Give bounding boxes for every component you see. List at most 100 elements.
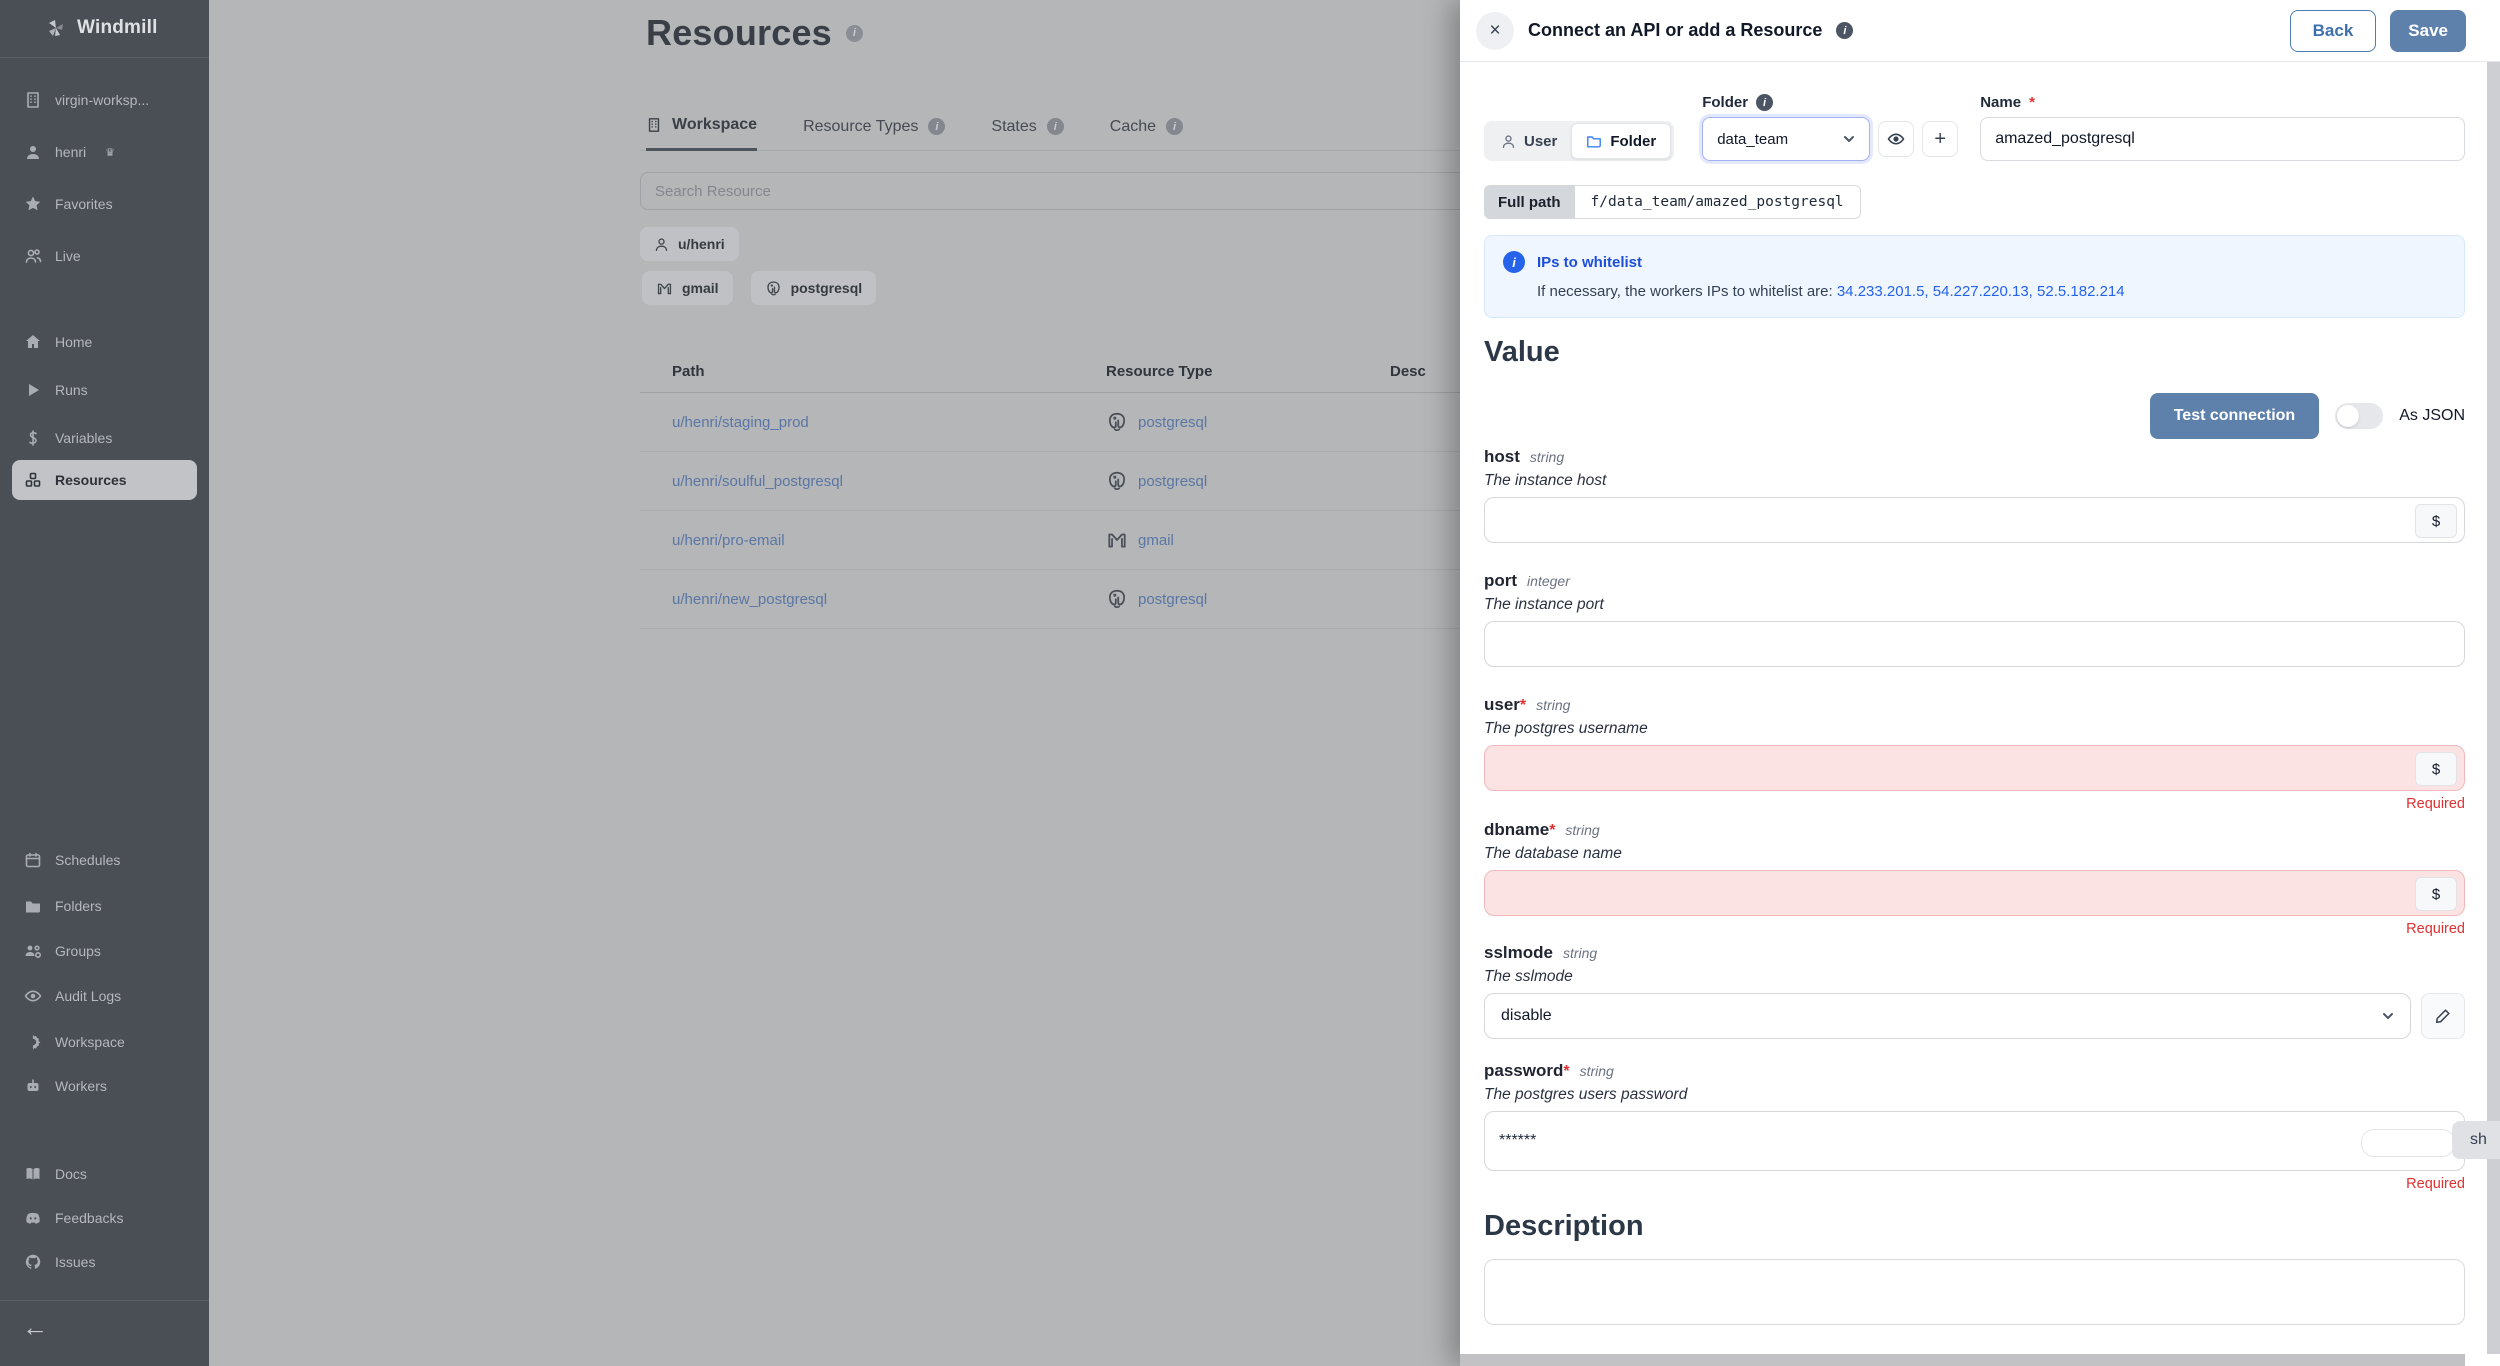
resource-type-link[interactable]: postgresql	[1138, 473, 1207, 490]
collapse-sidebar-button[interactable]: ←	[22, 1312, 48, 1343]
sidebar-workspace-selector[interactable]: virgin-worksp...	[12, 86, 197, 114]
gear-icon	[24, 1033, 42, 1051]
sidebar-item-favorites[interactable]: Favorites	[12, 190, 197, 218]
sidebar-item-variables[interactable]: Variables	[12, 424, 197, 452]
password-input[interactable]	[1484, 1111, 2465, 1171]
insert-variable-icon[interactable]: $	[2415, 752, 2457, 786]
tab-cache[interactable]: Cache i	[1110, 103, 1184, 151]
sidebar-item-feedbacks[interactable]: Feedbacks	[12, 1204, 197, 1232]
github-icon	[24, 1253, 42, 1271]
resource-name-input[interactable]	[1980, 117, 2465, 161]
resource-type-link[interactable]: gmail	[1138, 532, 1174, 549]
insert-variable-icon[interactable]: $	[2415, 877, 2457, 911]
password-reveal-pill[interactable]	[2361, 1129, 2455, 1157]
folder-info-icon[interactable]: i	[1756, 94, 1774, 111]
insert-variable-icon[interactable]: $	[2415, 504, 2457, 538]
resource-type-link[interactable]: postgresql	[1138, 414, 1207, 431]
sidebar-item-audit-logs[interactable]: Audit Logs	[12, 982, 197, 1010]
col-header-path: Path	[672, 362, 705, 380]
add-folder-icon[interactable]: +	[1922, 121, 1959, 157]
field-desc: The postgres username	[1484, 720, 1648, 737]
resources-label: Resources	[55, 472, 127, 488]
dbname-input[interactable]	[1484, 870, 2465, 916]
show-password-fragment[interactable]: sh	[2452, 1121, 2500, 1159]
sidebar-item-issues[interactable]: Issues	[12, 1248, 197, 1276]
gmail-filter-chip[interactable]: gmail	[642, 271, 733, 305]
sidebar-item-schedules[interactable]: Schedules	[12, 846, 197, 874]
resource-types-info-icon[interactable]: i	[928, 118, 946, 135]
cache-info-icon[interactable]: i	[1166, 118, 1184, 135]
gmail-icon	[656, 280, 673, 297]
sidebar-item-live[interactable]: Live	[12, 242, 197, 270]
as-json-label: As JSON	[2399, 407, 2465, 424]
sidebar-item-home[interactable]: Home	[12, 328, 197, 356]
sidebar-item-folders[interactable]: Folders	[12, 892, 197, 920]
sidebar-divider-bottom	[0, 1300, 209, 1301]
close-icon[interactable]: ×	[1476, 11, 1514, 50]
edit-pencil-icon[interactable]	[2421, 993, 2465, 1039]
sidebar-item-resources[interactable]: Resources	[12, 460, 197, 500]
required-error: Required	[2406, 921, 2465, 937]
tab-states[interactable]: States i	[991, 103, 1064, 151]
star-icon	[24, 195, 42, 213]
resource-path-link[interactable]: u/henri/new_postgresql	[672, 591, 827, 608]
feedbacks-label: Feedbacks	[55, 1210, 124, 1226]
folder-select[interactable]: data_team	[1702, 117, 1871, 161]
view-folder-icon[interactable]	[1878, 121, 1915, 157]
field-name-password: password	[1484, 1061, 1564, 1080]
discord-icon	[24, 1209, 42, 1227]
windmill-logo[interactable]: Windmill	[0, 8, 209, 48]
owner-kind-user-label: User	[1524, 132, 1558, 150]
owner-kind-folder[interactable]: Folder	[1571, 123, 1672, 159]
resource-type-link[interactable]: postgresql	[1138, 591, 1207, 608]
postgresql-icon	[1106, 411, 1128, 433]
sidebar-item-docs[interactable]: Docs	[12, 1160, 197, 1188]
resource-path-link[interactable]: u/henri/staging_prod	[672, 414, 809, 431]
owner-filter-chip[interactable]: u/henri	[640, 227, 739, 261]
sidebar-item-runs[interactable]: Runs	[12, 376, 197, 404]
as-json-toggle[interactable]	[2335, 403, 2384, 429]
info-circle-icon: i	[1503, 251, 1525, 273]
resource-path-link[interactable]: u/henri/soulful_postgresql	[672, 473, 843, 490]
drawer-vertical-scrollbar[interactable]	[2487, 62, 2500, 1354]
port-input[interactable]	[1484, 621, 2465, 667]
boxes-icon	[24, 471, 42, 489]
col-header-resource-type: Resource Type	[1106, 362, 1213, 380]
tab-resource-types[interactable]: Resource Types i	[803, 103, 946, 151]
drawer-body: User Folder Folder i data_team + Name * …	[1460, 62, 2500, 1366]
docs-label: Docs	[55, 1166, 87, 1182]
full-path-value: f/data_team/amazed_postgresql	[1574, 185, 1861, 219]
save-button[interactable]: Save	[2390, 9, 2466, 52]
description-textarea[interactable]	[1484, 1259, 2465, 1325]
page-title-info-icon[interactable]: i	[845, 24, 863, 42]
resource-path-link[interactable]: u/henri/pro-email	[672, 532, 785, 549]
postgresql-icon	[765, 280, 782, 297]
drawer-title: Connect an API or add a Resource	[1528, 20, 1823, 40]
back-button[interactable]: Back	[2289, 9, 2377, 52]
owner-kind-user[interactable]: User	[1487, 124, 1571, 158]
drawer-title-info-icon[interactable]: i	[1836, 22, 1854, 39]
postgresql-filter-chip[interactable]: postgresql	[750, 271, 877, 305]
states-info-icon[interactable]: i	[1046, 118, 1064, 135]
sslmode-select[interactable]: disable	[1484, 993, 2411, 1039]
sidebar-item-groups[interactable]: Groups	[12, 937, 197, 965]
favorites-label: Favorites	[55, 196, 113, 212]
user-icon	[654, 237, 669, 252]
dollar-icon	[24, 429, 42, 447]
tab-workspace[interactable]: Workspace	[646, 103, 758, 151]
variables-label: Variables	[55, 430, 113, 446]
folders-label: Folders	[55, 898, 102, 914]
sidebar-item-workers[interactable]: Workers	[12, 1072, 197, 1100]
sidebar-user-menu[interactable]: henri ♛	[12, 138, 197, 166]
runs-label: Runs	[55, 382, 88, 398]
ips-whitelist-infobox: i IPs to whitelist If necessary, the wor…	[1484, 235, 2465, 318]
host-input[interactable]	[1484, 497, 2465, 543]
required-error: Required	[2406, 796, 2465, 812]
field-name-dbname: dbname	[1484, 820, 1550, 839]
field-type: integer	[1527, 573, 1570, 589]
description-heading: Description	[1484, 1210, 1644, 1242]
user-input[interactable]	[1484, 745, 2465, 791]
test-connection-button[interactable]: Test connection	[2149, 393, 2320, 439]
drawer-horizontal-scrollbar[interactable]	[1460, 1354, 2465, 1366]
sidebar-item-workspace-settings[interactable]: Workspace	[12, 1028, 197, 1056]
